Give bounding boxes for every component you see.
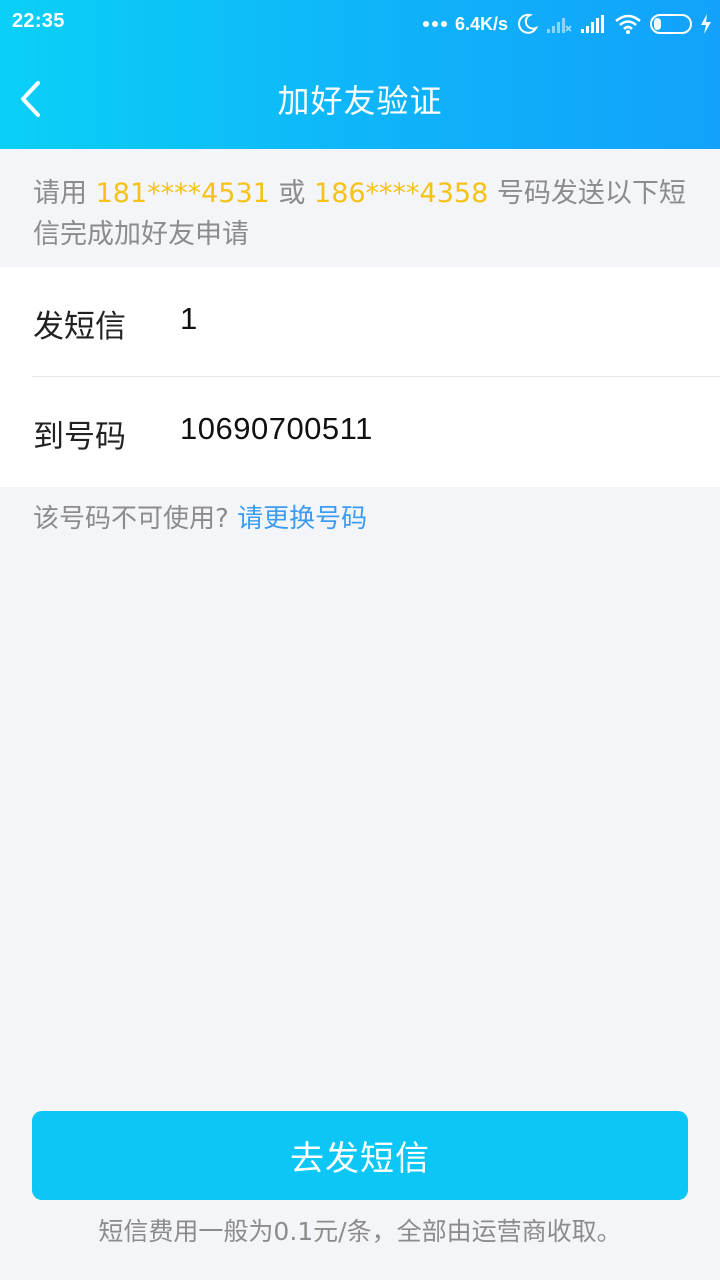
sms-number-label: 到号码	[33, 419, 126, 455]
number-unavailable-hint: 该号码不可使用? 请更换号码	[33, 498, 367, 535]
sms-content-value: 1	[180, 301, 198, 336]
change-number-link[interactable]: 请更换号码	[237, 504, 367, 534]
page-title: 加好友验证	[277, 82, 443, 120]
notice-mid: 或	[269, 178, 315, 209]
sms-number-value: 10690700511	[180, 411, 373, 446]
dots-icon	[422, 21, 447, 27]
sms-content-row: 发短信 1	[0, 267, 720, 377]
charging-icon	[701, 14, 711, 34]
sms-number-row: 到号码 10690700511	[0, 377, 720, 487]
status-time: 22:35	[12, 10, 65, 32]
screen: 22:35 6.4K/s 29 加好友验证 请用 181****4531 或 1…	[0, 0, 720, 1280]
net-speed: 6.4K/s	[454, 13, 508, 34]
fee-note: 短信费用一般为0.1元/条，全部由运营商收取。	[98, 1217, 622, 1246]
notice-prefix: 请用	[33, 178, 96, 209]
header: 22:35 6.4K/s 29 加好友验证	[0, 0, 720, 149]
battery-fill	[654, 18, 662, 30]
sms-content-label: 发短信	[33, 309, 126, 345]
nav-bar: 加好友验证	[0, 48, 720, 149]
hint-text: 该号码不可使用?	[33, 504, 238, 534]
battery-level: 29	[663, 16, 679, 32]
sms-details-card: 发短信 1 到号码 10690700511	[0, 267, 720, 487]
moon-icon	[518, 13, 538, 34]
send-sms-button[interactable]: 去发短信	[32, 1111, 688, 1200]
instruction-text: 请用 181****4531 或 186****4358 号码发送以下短信完成加…	[0, 149, 720, 267]
status-icons: 6.4K/s 29	[422, 10, 712, 38]
status-bar: 22:35 6.4K/s 29	[0, 0, 720, 48]
signal-icon	[581, 15, 604, 33]
signal-x-icon	[547, 18, 572, 33]
phone-number-1: 181****4531	[95, 178, 270, 209]
wifi-icon	[615, 14, 641, 34]
battery-icon: 29	[650, 14, 692, 34]
phone-number-2: 186****4358	[314, 178, 489, 209]
